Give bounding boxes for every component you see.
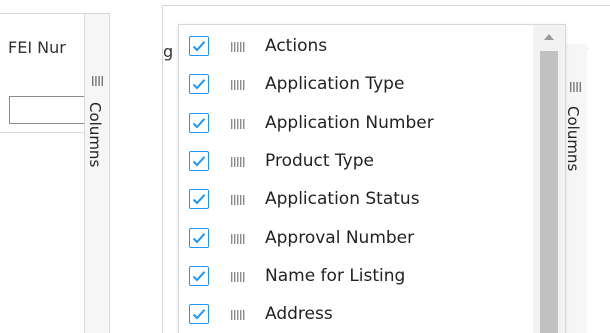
popup-scrollbar[interactable] (533, 25, 565, 333)
grip-lines-icon (570, 82, 581, 92)
drag-handle-icon[interactable] (231, 118, 245, 129)
column-option-item[interactable]: Approval Number (179, 220, 533, 258)
drag-handle-icon[interactable] (231, 233, 245, 244)
column-visibility-checkbox[interactable] (189, 227, 209, 248)
left-columns-tab-label: Columns (86, 102, 104, 168)
drag-handle-icon[interactable] (231, 156, 245, 167)
screen: FEI Nur Columns g Columns Actions Applic… (0, 0, 610, 333)
column-option-label: Actions (265, 36, 328, 56)
column-visibility-checkbox[interactable] (189, 36, 209, 56)
column-option-item[interactable]: Product Type (179, 143, 533, 181)
column-option-item[interactable]: Application Status (179, 181, 533, 219)
right-filter-input[interactable] (563, 8, 587, 48)
chevron-up-icon[interactable] (544, 34, 554, 40)
drag-handle-icon[interactable] (231, 195, 245, 206)
left-column-header-text: FEI Nur (8, 38, 66, 57)
scrollbar-thumb[interactable] (540, 51, 558, 333)
left-row-divider (0, 132, 84, 133)
column-visibility-checkbox[interactable] (189, 304, 209, 325)
check-icon (192, 79, 206, 90)
column-option-item[interactable]: Application Number (179, 105, 533, 143)
column-option-label: Approval Number (265, 227, 415, 248)
column-option-label: Address (265, 304, 333, 325)
column-visibility-checkbox[interactable] (189, 265, 209, 286)
left-columns-tab[interactable]: Columns (84, 14, 109, 333)
left-column-header[interactable]: FEI Nur (0, 30, 84, 74)
drag-handle-icon[interactable] (231, 271, 245, 282)
column-option-label: Application Type (265, 74, 405, 95)
column-option-label: Product Type (265, 150, 374, 171)
check-icon (192, 156, 206, 167)
check-icon (192, 117, 206, 129)
columns-chooser-popup: Actions Application Type Application Numbe… (178, 24, 566, 333)
check-icon (192, 41, 206, 52)
drag-handle-icon[interactable] (231, 310, 245, 321)
check-icon (192, 270, 206, 282)
column-option-label: Application Status (265, 189, 420, 210)
column-option-item[interactable]: Actions (179, 28, 533, 66)
drag-handle-icon[interactable] (231, 80, 245, 91)
column-option-label: Name for Listing (265, 265, 406, 286)
grip-lines-icon (92, 76, 103, 86)
right-columns-tab-label: Columns (564, 106, 582, 172)
column-visibility-checkbox[interactable] (189, 112, 209, 133)
left-filter-input[interactable] (9, 96, 84, 124)
column-option-item[interactable]: Application Type (179, 66, 533, 104)
check-icon (192, 309, 206, 320)
column-visibility-checkbox[interactable] (189, 150, 209, 171)
check-icon (192, 194, 206, 205)
column-option-item[interactable]: Address (179, 296, 533, 333)
check-icon (192, 232, 206, 243)
column-visibility-checkbox[interactable] (189, 189, 209, 210)
left-grid: FEI Nur Columns (0, 13, 110, 333)
drag-handle-icon[interactable] (231, 42, 245, 52)
column-option-label: Application Number (265, 112, 434, 133)
column-visibility-checkbox[interactable] (189, 74, 209, 95)
column-option-item[interactable]: Name for Listing (179, 258, 533, 296)
